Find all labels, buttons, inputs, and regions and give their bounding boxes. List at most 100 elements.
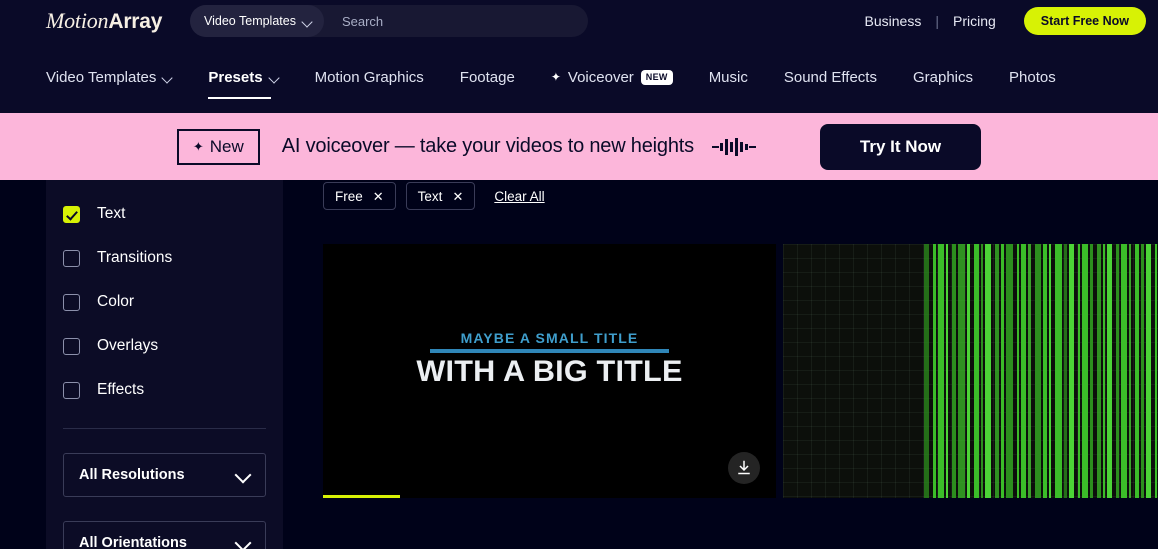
preview-audio-bar bbox=[958, 244, 965, 498]
filter-sidebar: Text Transitions Color Overlays Effects … bbox=[46, 180, 283, 549]
checkbox-icon[interactable] bbox=[63, 381, 80, 399]
preview-audio-bar bbox=[1146, 244, 1151, 498]
checkbox-icon[interactable] bbox=[63, 337, 80, 355]
search-category-dropdown[interactable]: Video Templates bbox=[190, 5, 324, 37]
resolution-select[interactable]: All Resolutions bbox=[63, 453, 266, 497]
pricing-link[interactable]: Pricing bbox=[939, 13, 1010, 29]
nav-item-motion-graphics[interactable]: Motion Graphics bbox=[315, 41, 424, 113]
nav-label: Video Templates bbox=[46, 68, 157, 86]
checkbox-icon[interactable] bbox=[63, 249, 80, 267]
clear-all-link[interactable]: Clear All bbox=[494, 189, 544, 204]
preview-audio-bar bbox=[1097, 244, 1101, 498]
nav-item-voiceover[interactable]: ✦ Voiceover NEW bbox=[551, 41, 673, 113]
filter-checkbox-color[interactable]: Color bbox=[46, 280, 283, 324]
nav-item-graphics[interactable]: Graphics bbox=[913, 41, 973, 113]
preview-title-block: MAYBE A SMALL TITLE WITH A BIG TITLE bbox=[323, 330, 776, 389]
filter-label: Effects bbox=[97, 381, 145, 398]
preview-audio-bar bbox=[1107, 244, 1112, 498]
checkbox-icon[interactable] bbox=[63, 293, 80, 311]
search-input[interactable] bbox=[323, 13, 588, 29]
logo[interactable]: MotionArray bbox=[46, 8, 162, 34]
sparkle-icon: ✦ bbox=[550, 70, 561, 84]
nav-item-video-templates[interactable]: Video Templates bbox=[46, 41, 172, 113]
preview-audio-bar bbox=[1069, 244, 1074, 498]
preview-audio-bar bbox=[1129, 244, 1131, 498]
preview-audio-bar bbox=[1090, 244, 1093, 498]
logo-array: Array bbox=[108, 9, 163, 33]
result-card-title-template[interactable]: MAYBE A SMALL TITLE WITH A BIG TITLE bbox=[323, 244, 776, 498]
results-grid: MAYBE A SMALL TITLE WITH A BIG TITLE bbox=[323, 244, 1158, 498]
preview-audio-bar bbox=[933, 244, 936, 498]
preview-audio-bar bbox=[1028, 244, 1031, 498]
orientation-select-label: All Orientations bbox=[79, 535, 187, 549]
download-icon[interactable] bbox=[728, 452, 760, 484]
banner-new-label: New bbox=[209, 136, 244, 156]
chevron-down-icon bbox=[163, 73, 172, 82]
nav-label: Sound Effects bbox=[783, 68, 877, 86]
results-area: Free ✕ Text ✕ Clear All MAYBE A SMALL TI… bbox=[283, 180, 1158, 549]
filter-label: Color bbox=[97, 293, 135, 310]
orientation-select[interactable]: All Orientations bbox=[63, 521, 266, 549]
preview-audio-bar bbox=[1064, 244, 1067, 498]
chip-label: Text bbox=[417, 188, 443, 204]
start-free-now-button[interactable]: Start Free Now bbox=[1023, 6, 1146, 35]
preview-audio-bar bbox=[946, 244, 948, 498]
main-nav: Video Templates Presets Motion Graphics … bbox=[0, 41, 1158, 113]
preview-audio-bar bbox=[967, 244, 970, 498]
resolution-select-label: All Resolutions bbox=[79, 467, 185, 483]
close-icon[interactable]: ✕ bbox=[452, 190, 463, 203]
preview-progress-bar bbox=[323, 495, 776, 498]
preview-audio-bar bbox=[1141, 244, 1144, 498]
filter-checkbox-transitions[interactable]: Transitions bbox=[46, 236, 283, 280]
filter-checkbox-overlays[interactable]: Overlays bbox=[46, 324, 283, 368]
top-bar-right: Business | Pricing Start Free Now bbox=[851, 0, 1146, 41]
new-badge: NEW bbox=[640, 69, 673, 85]
nav-item-music[interactable]: Music bbox=[709, 41, 748, 113]
preview-audio-bar bbox=[1049, 244, 1051, 498]
checkbox-checked-icon[interactable] bbox=[63, 205, 80, 223]
chevron-down-icon bbox=[303, 17, 312, 26]
result-card-audio-bars[interactable] bbox=[783, 244, 1158, 498]
filter-checkbox-effects[interactable]: Effects bbox=[46, 368, 283, 412]
promo-banner: ✦ New AI voiceover — take your videos to… bbox=[0, 113, 1158, 180]
preview-audio-bar bbox=[1116, 244, 1119, 498]
active-filter-chips: Free ✕ Text ✕ Clear All bbox=[323, 182, 545, 210]
try-it-now-button[interactable]: Try It Now bbox=[819, 123, 982, 170]
preview-audio-bar bbox=[1055, 244, 1062, 498]
nav-item-sound-effects[interactable]: Sound Effects bbox=[784, 41, 877, 113]
filter-checkbox-text[interactable]: Text bbox=[46, 192, 283, 236]
filter-chip-free[interactable]: Free ✕ bbox=[323, 182, 396, 210]
preview-audio-bar bbox=[995, 244, 999, 498]
nav-item-footage[interactable]: Footage bbox=[460, 41, 515, 113]
nav-label: Footage bbox=[459, 68, 515, 86]
preview-audio-bar bbox=[1043, 244, 1047, 498]
page-root: MotionArray Video Templates Business | P… bbox=[0, 0, 1158, 549]
preview-audio-bar bbox=[1082, 244, 1088, 498]
nav-item-photos[interactable]: Photos bbox=[1009, 41, 1056, 113]
sidebar-divider bbox=[63, 428, 266, 429]
business-link[interactable]: Business bbox=[851, 13, 936, 29]
page-body: Text Transitions Color Overlays Effects … bbox=[0, 180, 1158, 549]
preview-audio-bar bbox=[1021, 244, 1026, 498]
preview-audio-bar bbox=[1035, 244, 1041, 498]
filter-chip-text[interactable]: Text ✕ bbox=[405, 182, 476, 210]
preview-audio-bar bbox=[1078, 244, 1080, 498]
preview-audio-bar bbox=[938, 244, 944, 498]
preview-audio-bar bbox=[924, 244, 929, 498]
nav-item-presets[interactable]: Presets bbox=[208, 41, 278, 113]
logo-motion: Motion bbox=[46, 7, 109, 33]
preview-audio-bar bbox=[981, 244, 983, 498]
chevron-down-icon bbox=[270, 73, 279, 82]
close-icon[interactable]: ✕ bbox=[373, 190, 384, 203]
nav-label: Motion Graphics bbox=[314, 68, 424, 86]
preview-audio-bar bbox=[1121, 244, 1127, 498]
preview-big-title: WITH A BIG TITLE bbox=[416, 355, 683, 388]
preview-audio-bar bbox=[952, 244, 956, 498]
waveform-icon bbox=[711, 137, 756, 157]
preview-audio-bar bbox=[1001, 244, 1004, 498]
preview-audio-bar bbox=[1155, 244, 1157, 498]
filter-label: Overlays bbox=[97, 337, 159, 354]
preview-audio-bar bbox=[985, 244, 991, 498]
filter-label: Transitions bbox=[97, 249, 173, 266]
preview-audio-bar bbox=[974, 244, 979, 498]
